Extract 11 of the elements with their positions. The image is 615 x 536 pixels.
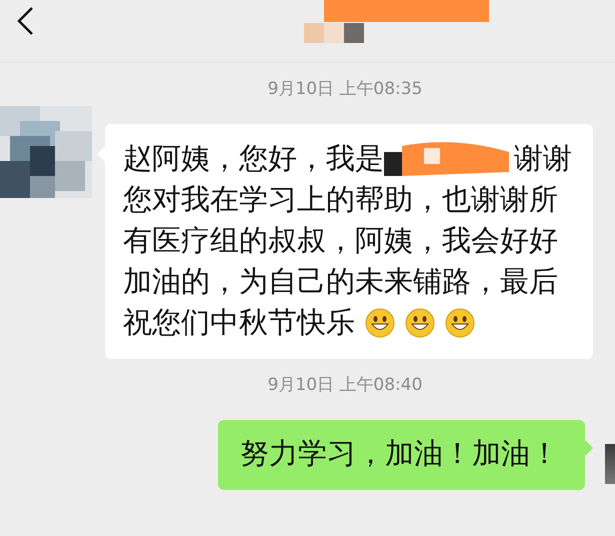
message-text: 谢谢	[514, 140, 572, 177]
smiley-icon	[405, 308, 435, 338]
smiley-icon	[365, 308, 395, 338]
message-text: 努力学习，加油！加油！	[240, 436, 559, 470]
message-text: 您对我在学习上的帮助，也谢谢所有医疗组的叔叔，阿姨，我会好好加油的，为自己的未来铺路，最后	[123, 181, 559, 300]
timestamp: 9月10日 上午08:35	[266, 78, 422, 100]
back-icon[interactable]	[16, 6, 34, 36]
message-text: 赵阿姨，您好，我是	[123, 140, 384, 177]
smiley-icon	[445, 308, 475, 338]
timestamp: 9月10日 上午08:40	[266, 374, 422, 396]
message-text: 祝您们中秋节快乐	[123, 304, 355, 341]
